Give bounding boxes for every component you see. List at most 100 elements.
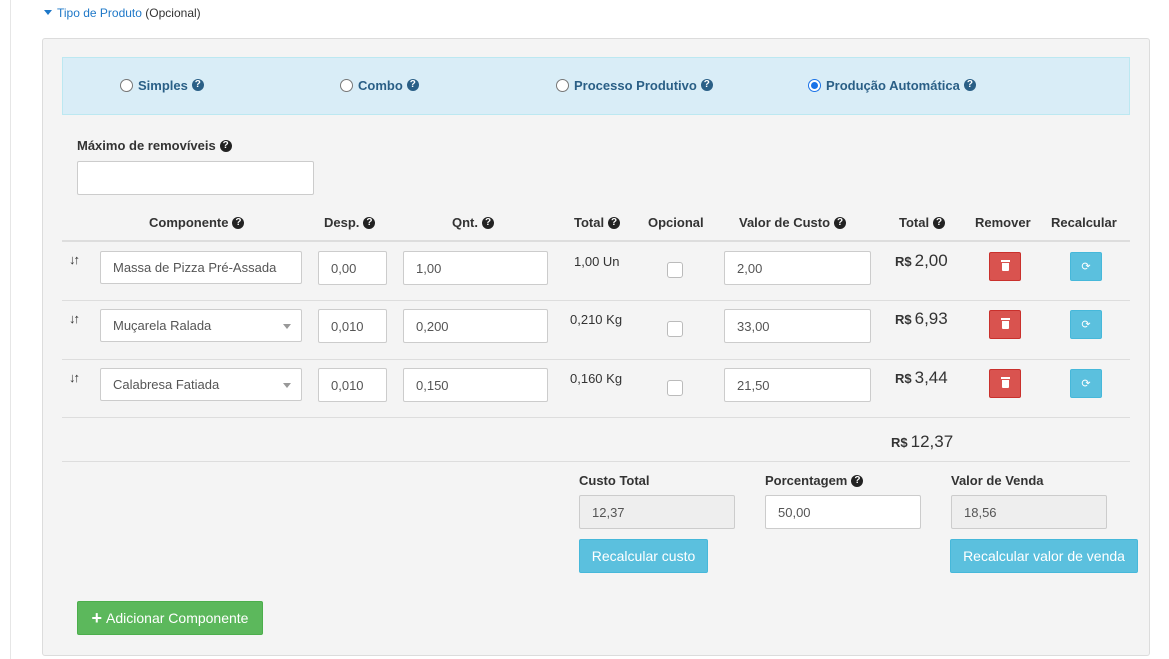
row-divider: [62, 417, 1130, 418]
desp-input[interactable]: [318, 309, 387, 343]
valor-custo-input[interactable]: [724, 309, 871, 343]
component-select[interactable]: Muçarela Ralada: [100, 309, 302, 342]
th-qnt-text: Qnt.: [452, 215, 478, 230]
valor-custo-input[interactable]: [724, 251, 871, 285]
recalc-sale-button[interactable]: Recalcular valor de venda: [950, 539, 1138, 573]
remove-button[interactable]: [989, 252, 1021, 281]
radio-processo-produtivo[interactable]: Processo Produtivo ?: [556, 77, 713, 93]
sort-handle-icon[interactable]: ↓↑: [69, 252, 80, 267]
chevron-down-icon: [283, 324, 291, 329]
th-componente-text: Componente: [149, 215, 229, 230]
help-icon[interactable]: ?: [191, 79, 204, 91]
help-icon[interactable]: ?: [933, 216, 946, 229]
add-component-label: Adicionar Componente: [106, 610, 249, 626]
radio-simples[interactable]: Simples ?: [120, 77, 204, 93]
grand-total: R$ 12,37: [891, 432, 953, 452]
help-icon[interactable]: ?: [851, 474, 864, 487]
row-total-money: R$ 3,44: [895, 368, 948, 388]
help-icon[interactable]: ?: [834, 216, 847, 229]
radio-label: Combo: [358, 77, 403, 93]
desp-input[interactable]: [318, 368, 387, 402]
currency-symbol: R$: [891, 435, 908, 450]
radio-circle-icon[interactable]: [556, 78, 569, 92]
component-select-value: Massa de Pizza Pré-Assada: [113, 260, 277, 275]
recalculate-button[interactable]: ⟳: [1070, 252, 1102, 281]
valor-venda-field[interactable]: [951, 495, 1107, 529]
th-desp: Desp.?: [324, 215, 376, 230]
sort-handle-icon[interactable]: ↓↑: [69, 311, 80, 326]
radio-circle-icon[interactable]: [120, 78, 133, 92]
custo-total-field[interactable]: [579, 495, 735, 529]
th-remover: Remover: [975, 215, 1031, 230]
help-icon[interactable]: ?: [700, 79, 713, 91]
desp-input[interactable]: [318, 251, 387, 285]
row-total-money: R$ 2,00: [895, 251, 948, 271]
th-qnt: Qnt.?: [452, 215, 494, 230]
radio-label: Produção Automática: [826, 77, 960, 93]
help-icon[interactable]: ?: [963, 79, 976, 91]
trash-icon: [1000, 317, 1010, 329]
opcional-checkbox[interactable]: [667, 380, 683, 396]
add-component-button[interactable]: + Adicionar Componente: [77, 601, 263, 635]
th-desp-text: Desp.: [324, 215, 360, 230]
help-icon[interactable]: ?: [219, 139, 232, 152]
custo-total-label-text: Custo Total: [579, 473, 650, 488]
component-select[interactable]: Calabresa Fatiada: [100, 368, 302, 401]
valor-venda-label: Valor de Venda: [951, 473, 1044, 488]
opcional-checkbox[interactable]: [667, 262, 683, 278]
section-toggle[interactable]: Tipo de Produto (Opcional): [44, 6, 201, 20]
th-total: Total?: [574, 215, 621, 230]
refresh-icon: ⟳: [1081, 378, 1091, 390]
th-total-money-text: Total: [899, 215, 930, 230]
refresh-icon: ⟳: [1081, 319, 1091, 331]
help-icon[interactable]: ?: [406, 79, 419, 91]
qnt-input[interactable]: [403, 309, 548, 343]
porcentagem-label-text: Porcentagem: [765, 473, 848, 488]
grand-total-amount: 12,37: [910, 432, 954, 451]
radio-producao-automatica[interactable]: Produção Automática ?: [808, 77, 976, 93]
table-header-divider: [62, 240, 1130, 242]
th-recalcular: Recalcular: [1051, 215, 1117, 230]
component-select-value: Calabresa Fatiada: [113, 377, 220, 392]
help-icon[interactable]: ?: [608, 216, 621, 229]
caret-down-icon: [44, 10, 52, 15]
max-removable-label: Máximo de removíveis ?: [77, 138, 232, 153]
th-total-text: Total: [574, 215, 605, 230]
valor-venda-label-text: Valor de Venda: [951, 473, 1044, 488]
porcentagem-field[interactable]: [765, 495, 921, 529]
refresh-icon: ⟳: [1081, 261, 1091, 273]
row-total-amount: 2,00: [914, 251, 948, 270]
th-opcional-text: Opcional: [648, 215, 704, 230]
recalculate-button[interactable]: ⟳: [1070, 310, 1102, 339]
recalculate-button[interactable]: ⟳: [1070, 369, 1102, 398]
currency-symbol: R$: [895, 312, 912, 327]
row-total-qty: 0,210 Kg: [570, 312, 623, 327]
opcional-checkbox[interactable]: [667, 321, 683, 337]
radio-combo[interactable]: Combo ?: [340, 77, 419, 93]
th-remover-text: Remover: [975, 215, 1031, 230]
help-icon[interactable]: ?: [482, 216, 494, 229]
qnt-input[interactable]: [403, 251, 548, 285]
radio-selected-icon[interactable]: [808, 78, 821, 92]
component-select[interactable]: Massa de Pizza Pré-Assada: [100, 251, 302, 284]
section-optional-label: (Opcional): [145, 6, 201, 20]
remove-button[interactable]: [989, 369, 1021, 398]
max-removable-input[interactable]: [77, 161, 314, 195]
sort-handle-icon[interactable]: ↓↑: [69, 370, 80, 385]
qnt-input[interactable]: [403, 368, 548, 402]
max-removable-label-text: Máximo de removíveis: [77, 138, 216, 153]
component-select-value: Muçarela Ralada: [113, 318, 212, 333]
section-toggle-label[interactable]: Tipo de Produto: [57, 6, 142, 20]
row-total-money: R$ 6,93: [895, 309, 948, 329]
help-icon[interactable]: ?: [363, 216, 376, 229]
custo-total-label: Custo Total: [579, 473, 650, 488]
help-icon[interactable]: ?: [232, 216, 245, 229]
th-valor-custo-text: Valor de Custo: [739, 215, 831, 230]
recalc-cost-button[interactable]: Recalcular custo: [579, 539, 708, 573]
row-divider: [62, 359, 1130, 360]
valor-custo-input[interactable]: [724, 368, 871, 402]
th-valor-custo: Valor de Custo?: [739, 215, 847, 230]
currency-symbol: R$: [895, 371, 912, 386]
remove-button[interactable]: [989, 310, 1021, 339]
radio-circle-icon[interactable]: [340, 78, 353, 92]
